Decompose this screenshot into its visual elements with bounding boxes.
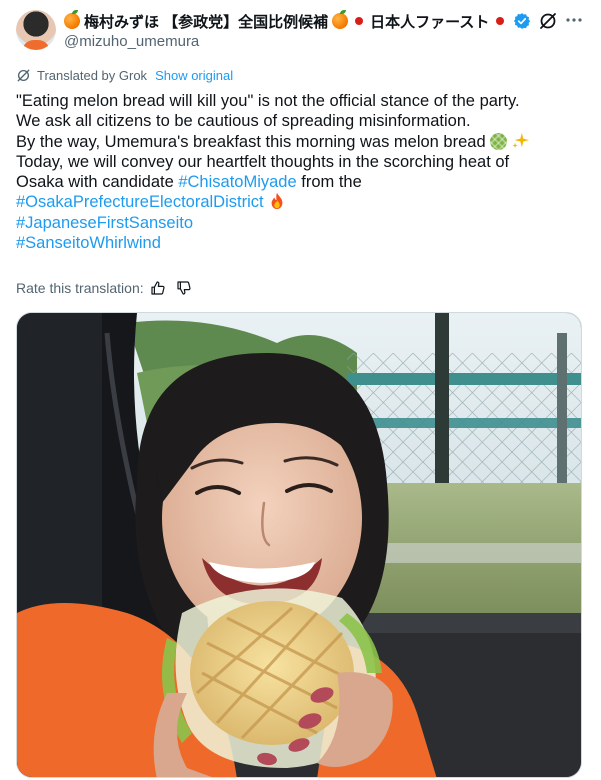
tweet: 梅村みずほ 【参政党】全国比例候補 日本人ファースト @mizuho_umemu… bbox=[0, 0, 601, 780]
red-circle-icon bbox=[355, 17, 364, 25]
user-handle[interactable]: @mizuho_umemura bbox=[64, 33, 199, 50]
hashtag-link[interactable]: #JapaneseFirstSanseito bbox=[16, 214, 193, 232]
thumbs-down-icon[interactable] bbox=[176, 280, 192, 296]
hashtag-link[interactable]: #SanseitoWhirlwind bbox=[16, 234, 161, 252]
text-line-content: By the way, Umemura's breakfast this mor… bbox=[16, 132, 486, 151]
red-circle-icon bbox=[496, 17, 505, 25]
tangerine-icon bbox=[64, 10, 80, 29]
display-name[interactable]: 梅村みずほ 【参政党】全国比例候補 bbox=[84, 11, 328, 32]
display-name-suffix[interactable]: 日本人ファースト bbox=[370, 11, 489, 32]
tangerine-icon bbox=[332, 10, 349, 29]
text-line: We ask all citizens to be cautious of sp… bbox=[16, 112, 471, 131]
display-name-row[interactable]: 梅村みずほ 【参政党】全国比例候補 日本人ファースト bbox=[64, 10, 531, 32]
hashtag-link[interactable]: #ChisatoMiyade bbox=[178, 173, 296, 191]
avatar[interactable] bbox=[16, 10, 56, 50]
text-line: "Eating melon bread will kill you" is no… bbox=[16, 92, 520, 110]
translation-notice: Translated by Grok Show original bbox=[16, 66, 233, 84]
verified-badge-icon[interactable] bbox=[513, 12, 531, 30]
text-line-content: Osaka with candidate bbox=[16, 173, 179, 192]
rate-translation: Rate this translation: bbox=[16, 278, 192, 298]
text-line: By the way, Umemura's breakfast this mor… bbox=[16, 132, 586, 152]
more-icon[interactable] bbox=[564, 10, 584, 30]
tweet-photo[interactable] bbox=[16, 312, 582, 778]
text-line-content: from the bbox=[296, 173, 362, 192]
text-line: #JapaneseFirstSanseito bbox=[16, 213, 586, 233]
avatar-shirt bbox=[22, 40, 50, 50]
show-original-link[interactable]: Show original bbox=[155, 68, 233, 83]
hashtag-link[interactable]: #OsakaPrefectureElectoralDistrict bbox=[16, 193, 264, 211]
translated-by-label: Translated by Grok bbox=[37, 67, 148, 83]
text-line: #SanseitoWhirlwind bbox=[16, 233, 586, 253]
thumbs-up-icon[interactable] bbox=[150, 280, 166, 296]
text-line: Osaka with candidate #ChisatoMiyade from… bbox=[16, 172, 586, 192]
melon-icon bbox=[489, 132, 507, 150]
photo-illustration bbox=[17, 313, 581, 777]
text-line: Today, we will convey our heartfelt thou… bbox=[16, 152, 510, 171]
sparkles-icon bbox=[511, 132, 529, 148]
grok-icon bbox=[17, 69, 30, 81]
text-line: #OsakaPrefectureElectoralDistrict bbox=[16, 192, 586, 212]
tweet-text: "Eating melon bread will kill you" is no… bbox=[16, 91, 586, 253]
fire-icon bbox=[271, 193, 282, 210]
rate-translation-label: Rate this translation: bbox=[16, 280, 144, 296]
grok-icon[interactable] bbox=[538, 11, 558, 31]
